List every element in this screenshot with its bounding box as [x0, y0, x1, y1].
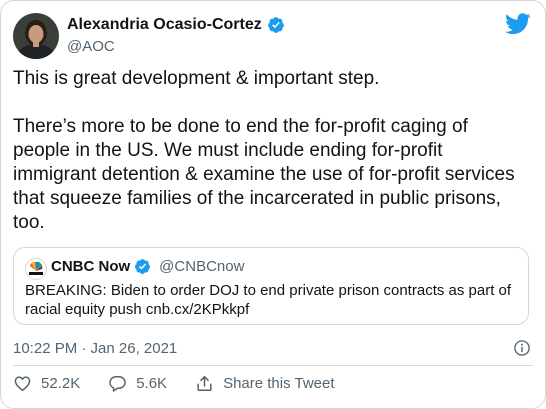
quoted-tweet-text: BREAKING: Biden to order DOJ to end priv… [25, 282, 512, 318]
author-name[interactable]: Alexandria Ocasio-Cortez [67, 16, 262, 34]
quoted-author-row[interactable]: CNBC Now @CNBCnow [51, 258, 244, 275]
share-label: Share this Tweet [223, 375, 335, 392]
reply-count: 5.6K [136, 375, 168, 392]
twitter-bird-icon[interactable] [505, 13, 531, 35]
reply-icon [109, 376, 126, 392]
quoted-author-handle[interactable]: @CNBCnow [159, 258, 244, 275]
heart-icon [14, 376, 31, 391]
tweet-timestamp[interactable]: 10:22 PM · Jan 26, 2021 [13, 340, 177, 357]
author-name-row[interactable]: Alexandria Ocasio-Cortez [67, 16, 285, 34]
verified-badge-icon [267, 17, 284, 33]
divider [13, 365, 533, 366]
tweet-text: This is great development & important st… [13, 67, 525, 235]
share-icon [197, 376, 212, 391]
like-button[interactable]: 52.2K [13, 374, 80, 393]
reply-button[interactable]: 5.6K [108, 374, 167, 393]
author-handle[interactable]: @AOC [67, 38, 115, 55]
tweet-paragraph: There’s more to be done to end the for-p… [13, 116, 515, 233]
tweet-card: Alexandria Ocasio-Cortez @AOC This is gr… [0, 0, 546, 409]
avatar[interactable] [13, 13, 59, 59]
like-count: 52.2K [41, 375, 81, 392]
cnbc-peacock-icon [25, 258, 47, 280]
share-button[interactable]: Share this Tweet [195, 374, 335, 393]
tweet-actions: 52.2K 5.6K Share this Tweet [13, 374, 363, 393]
verified-badge-icon [135, 259, 151, 274]
quoted-tweet[interactable]: CNBC Now @CNBCnow BREAKING: Biden to ord… [13, 247, 529, 325]
tweet-paragraph: This is great development & important st… [13, 68, 380, 89]
info-icon[interactable] [513, 339, 531, 357]
quoted-author-name[interactable]: CNBC Now [51, 258, 130, 275]
